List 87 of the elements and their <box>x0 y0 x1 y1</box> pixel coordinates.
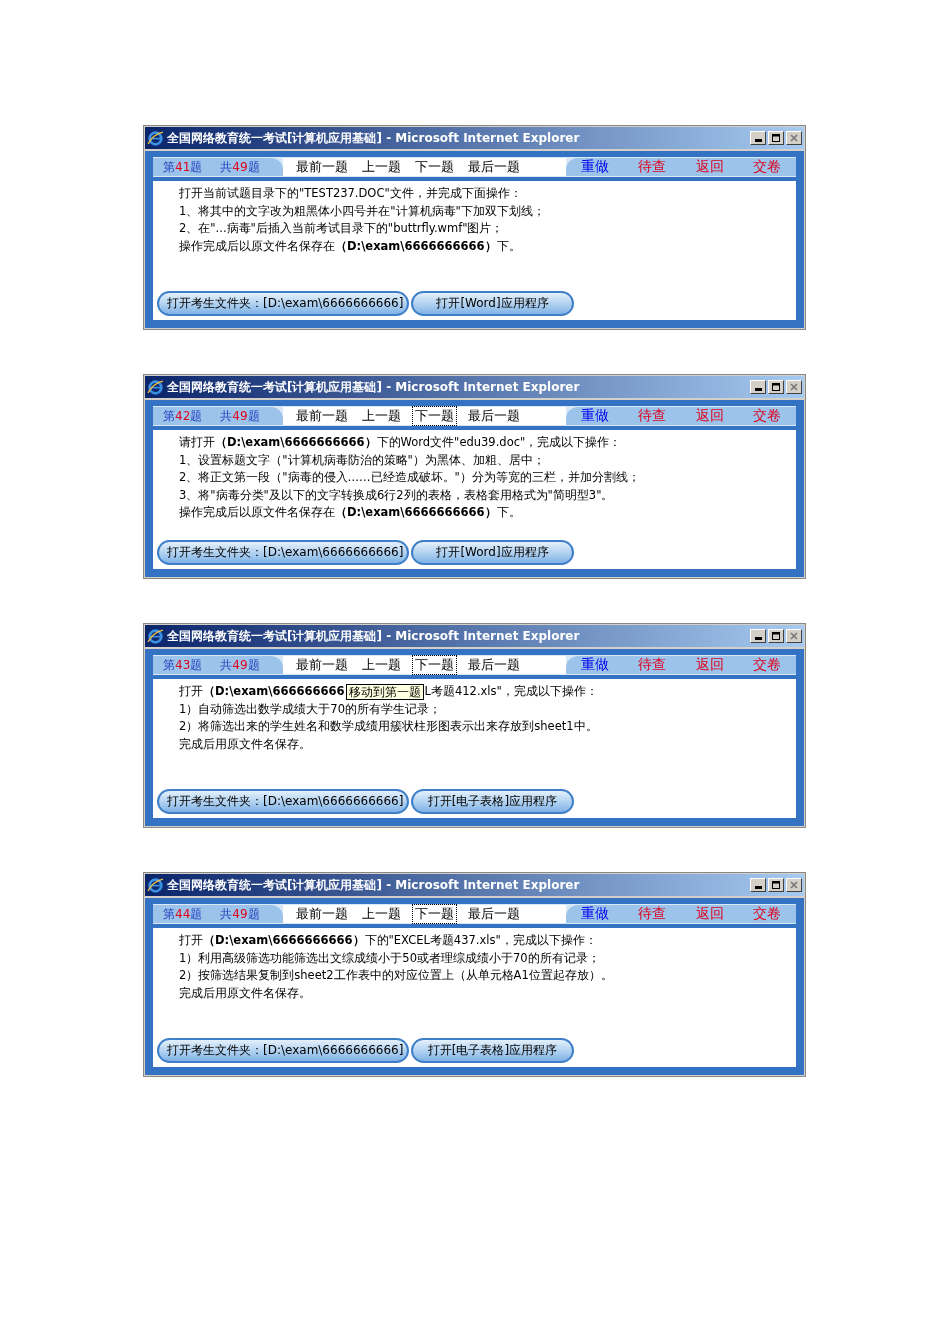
navigation-link[interactable]: 上一题 <box>359 406 404 426</box>
open-button[interactable]: 打开[Word]应用程序 <box>411 540 574 565</box>
navigation-link[interactable]: 最后一题 <box>465 655 523 675</box>
action-link[interactable]: 重做 <box>580 656 609 674</box>
browser-logo-icon <box>147 129 164 147</box>
question-counter: 第43题 <box>163 656 203 674</box>
minimize-button[interactable] <box>750 878 766 892</box>
instruction-text: 打开（D:\exam\666666666 <box>179 683 345 700</box>
instruction-text: 1、设置标题文字（"计算机病毒防治的策略"）为黑体、加粗、居中； <box>179 451 545 469</box>
close-button[interactable] <box>786 131 802 145</box>
instruction-text: 打开当前试题目录下的"TEST237.DOC"文件，并完成下面操作： <box>179 185 522 202</box>
navigation-link[interactable]: 最后一题 <box>465 904 523 924</box>
question-counter: 共49题 <box>220 158 260 176</box>
navigation-link[interactable]: 最前一题 <box>293 157 351 177</box>
question-counter: 第41题 <box>163 158 203 176</box>
window-title: 全国网络教育统一考试[计算机应用基础] - Microsoft Internet Explorer <box>167 627 581 645</box>
maximize-icon <box>771 880 781 890</box>
open-button[interactable]: 打开考生文件夹：[D:\exam\6666666666] <box>157 540 409 565</box>
instruction-text: 2、在"...病毒"后插入当前考试目录下的"buttrfly.wmf"图片； <box>179 220 504 237</box>
question-counter: 共49题 <box>220 905 260 923</box>
question-counter: 第42题 <box>163 407 203 425</box>
browser-logo-icon <box>147 627 164 645</box>
action-link[interactable]: 重做 <box>580 158 609 176</box>
navigation-link[interactable]: 最后一题 <box>465 406 523 426</box>
open-button[interactable]: 打开[电子表格]应用程序 <box>411 789 574 814</box>
close-icon <box>789 880 799 890</box>
close-button[interactable] <box>786 629 802 643</box>
navigation-link[interactable]: 下一题 <box>412 157 457 177</box>
instruction-text: 完成后用原文件名保存。 <box>179 984 311 1002</box>
open-button[interactable]: 打开考生文件夹：[D:\exam\6666666666] <box>157 291 409 316</box>
open-button[interactable]: 打开考生文件夹：[D:\exam\6666666666] <box>157 1038 409 1063</box>
navigation-link[interactable]: 上一题 <box>359 655 404 675</box>
maximize-button[interactable] <box>768 629 784 643</box>
navigation-link[interactable]: 下一题 <box>412 655 457 675</box>
close-button[interactable] <box>786 878 802 892</box>
instruction-text: 打开（D:\exam\6666666666）下的"EXCEL考题437.xls"，完成以下操作： <box>179 932 597 949</box>
close-button[interactable] <box>786 380 802 394</box>
question-counter: 共49题 <box>220 407 260 425</box>
open-button[interactable]: 打开考生文件夹：[D:\exam\6666666666] <box>157 789 409 814</box>
open-button[interactable]: 打开[电子表格]应用程序 <box>411 1038 574 1063</box>
minimize-button[interactable] <box>750 380 766 394</box>
instruction-text: 1）自动筛选出数学成绩大于70的所有学生记录； <box>179 700 441 718</box>
close-icon <box>789 133 799 143</box>
instruction-text: 操作完成后以原文件名保存在（D:\exam\6666666666）下。 <box>179 237 521 255</box>
open-button[interactable]: 打开[Word]应用程序 <box>411 291 574 316</box>
instruction-text: 操作完成后以原文件名保存在（D:\exam\6666666666）下。 <box>179 504 521 521</box>
maximize-icon <box>771 382 781 392</box>
question-counter: 共49题 <box>220 656 260 674</box>
browser-logo-icon <box>147 876 164 894</box>
close-icon <box>789 631 799 641</box>
maximize-button[interactable] <box>768 380 784 394</box>
instruction-text: L考题412.xls"，完成以下操作： <box>424 683 598 700</box>
instruction-text: 2、将正文第一段（"病毒的侵入……已经造成破坏。"）分为等宽的三栏，并加分割线； <box>179 469 640 486</box>
minimize-icon <box>754 388 762 391</box>
window-title: 全国网络教育统一考试[计算机应用基础] - Microsoft Internet Explorer <box>167 876 581 894</box>
instruction-text: 3、将"病毒分类"及以下的文字转换成6行2列的表格，表格套用格式为"简明型3"。 <box>179 486 614 504</box>
instruction-text: 2）将筛选出来的学生姓名和数学成绩用簇状柱形图表示出来存放到sheet1中。 <box>179 718 598 735</box>
instruction-text: 完成后用原文件名保存。 <box>179 735 311 753</box>
instruction-text: 1）利用高级筛选功能筛选出文综成绩小于50或者理综成绩小于70的所有记录； <box>179 949 600 967</box>
instruction-text: 2）按筛选结果复制到sheet2工作表中的对应位置上（从单元格A1位置起存放）。 <box>179 967 613 984</box>
navigation-link[interactable]: 下一题 <box>412 406 457 426</box>
navigation-link[interactable]: 上一题 <box>359 904 404 924</box>
instruction-text: 1、将其中的文字改为粗黑体小四号并在"计算机病毒"下加双下划线； <box>179 202 545 220</box>
question-counter: 第44题 <box>163 905 203 923</box>
minimize-icon <box>754 637 762 640</box>
browser-logo-icon <box>147 378 164 396</box>
close-icon <box>789 382 799 392</box>
navigation-link[interactable]: 上一题 <box>359 157 404 177</box>
action-link[interactable]: 重做 <box>580 407 609 425</box>
action-link[interactable]: 重做 <box>580 905 609 923</box>
minimize-button[interactable] <box>750 131 766 145</box>
navigation-link[interactable]: 最后一题 <box>465 157 523 177</box>
minimize-button[interactable] <box>750 629 766 643</box>
navigation-link[interactable]: 最前一题 <box>293 904 351 924</box>
navigation-link[interactable]: 下一题 <box>412 904 457 924</box>
window-title: 全国网络教育统一考试[计算机应用基础] - Microsoft Internet Explorer <box>167 129 581 147</box>
minimize-icon <box>754 886 762 889</box>
tooltip: 移动到第一题 <box>345 683 424 700</box>
maximize-button[interactable] <box>768 131 784 145</box>
navigation-link[interactable]: 最前一题 <box>293 655 351 675</box>
maximize-icon <box>771 133 781 143</box>
navigation-link[interactable]: 最前一题 <box>293 406 351 426</box>
maximize-button[interactable] <box>768 878 784 892</box>
window-title: 全国网络教育统一考试[计算机应用基础] - Microsoft Internet Explorer <box>167 378 581 396</box>
minimize-icon <box>754 139 762 142</box>
maximize-icon <box>771 631 781 641</box>
instruction-text: 请打开（D:\exam\6666666666）下的Word文件"edu39.doc"，完成以下操作： <box>179 434 622 451</box>
